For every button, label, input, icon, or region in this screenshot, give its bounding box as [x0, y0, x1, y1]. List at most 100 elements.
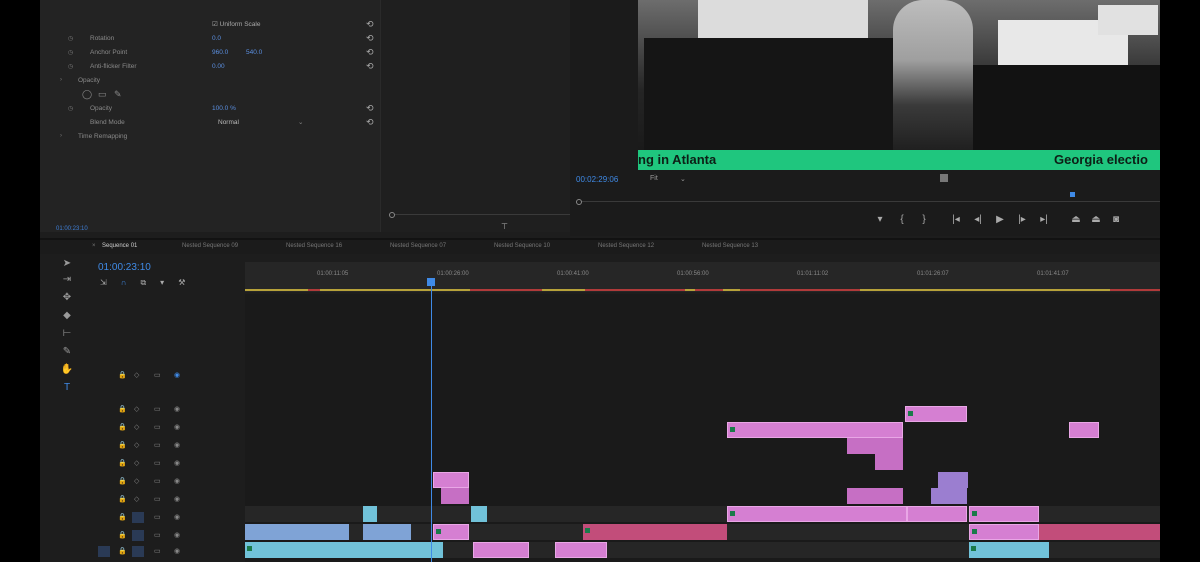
track-header[interactable]: 🔒 ◇ ▭ ◉ [98, 402, 245, 418]
playhead-marker[interactable] [1070, 192, 1075, 197]
go-to-in-icon[interactable]: |◂ [948, 214, 964, 226]
fit-dropdown[interactable]: Fit [650, 175, 658, 182]
clip[interactable] [245, 524, 349, 540]
rect-mask-icon[interactable]: ▭ [98, 89, 107, 100]
track-header[interactable]: 🔒 ◇ ▭ ◉ [98, 492, 245, 508]
fx-row-opacity-group[interactable]: › Opacity [40, 74, 380, 86]
chevron-right-icon[interactable]: › [60, 133, 62, 139]
clip[interactable] [931, 488, 967, 504]
program-timecode[interactable]: 00:02:29:06 [576, 175, 618, 184]
mark-out-icon[interactable]: } [916, 214, 932, 226]
clip[interactable] [245, 542, 443, 558]
pen-tool-icon[interactable]: ✎ [58, 346, 76, 360]
clip[interactable] [555, 542, 607, 558]
clip[interactable] [363, 506, 377, 522]
lift-icon[interactable]: ⏏ [1068, 214, 1084, 226]
clip[interactable] [583, 524, 727, 540]
clip[interactable] [875, 454, 903, 470]
clip[interactable] [1039, 524, 1160, 540]
slip-tool-icon[interactable]: ⊢ [58, 328, 76, 342]
type-tool-icon[interactable]: T [58, 382, 76, 396]
tab-nested-09[interactable]: Nested Sequence 09 [182, 243, 238, 249]
clip[interactable] [938, 472, 968, 488]
track-header[interactable]: 🔒 ◇ ▭ ◉ [98, 420, 245, 436]
linked-icon[interactable]: ⧉ [140, 278, 146, 287]
insert-icon[interactable]: ⇲ [100, 278, 107, 287]
track-header[interactable]: 🔒 ◇ ▭ ◉ [98, 438, 245, 454]
clip[interactable] [1069, 422, 1099, 438]
reset-icon[interactable]: ⟲ [366, 33, 374, 44]
playhead[interactable] [431, 280, 432, 562]
go-to-out-icon[interactable]: ▸| [1036, 214, 1052, 226]
clip[interactable] [969, 524, 1039, 540]
tab-sequence-01[interactable]: Sequence 01 [102, 243, 137, 249]
clip[interactable] [473, 542, 529, 558]
program-scrubber[interactable] [576, 199, 1160, 207]
chevron-down-icon[interactable]: ⌄ [298, 118, 303, 126]
tab-nested-16[interactable]: Nested Sequence 16 [286, 243, 342, 249]
fx-row-rotation[interactable]: ◷ Rotation 0.0 ⟲ [40, 32, 380, 44]
clip[interactable] [727, 422, 903, 438]
play-icon[interactable]: ▶ [992, 214, 1008, 226]
chevron-right-icon[interactable]: › [60, 77, 62, 83]
clip[interactable] [727, 506, 907, 522]
fx-row-blend-mode[interactable]: Blend Mode Normal ⌄ ⟲ [40, 116, 380, 128]
reset-icon[interactable]: ⟲ [366, 103, 374, 114]
clip[interactable] [441, 488, 469, 504]
clip[interactable] [363, 524, 411, 540]
chevron-down-icon[interactable]: ⌄ [680, 175, 686, 183]
time-ruler[interactable]: 01:00:11:05 01:00:26:00 01:00:41:00 01:0… [245, 262, 1160, 292]
track-select-tool-icon[interactable]: ⇥ [58, 274, 76, 288]
track-header[interactable]: 🔒 ◇ ▭ ◉ [98, 474, 245, 490]
add-marker-icon[interactable]: ▾ [160, 278, 164, 287]
track-area[interactable] [245, 294, 1160, 562]
clip[interactable] [847, 438, 903, 454]
wrench-icon[interactable]: ⚒ [178, 278, 185, 287]
hand-tool-icon[interactable]: ✋ [58, 364, 76, 378]
snap-icon[interactable]: ∩ [121, 278, 127, 287]
extract-icon[interactable]: ⏏ [1088, 214, 1104, 226]
filter-icon[interactable]: ⊤ [501, 222, 508, 231]
track-header[interactable]: 🔒 ▭ ◉ [98, 510, 245, 526]
fx-row-opacity[interactable]: ◷ Opacity 100.0 % ⟲ [40, 102, 380, 114]
stopwatch-icon[interactable]: ◷ [68, 105, 73, 112]
mark-in-icon[interactable]: { [894, 214, 910, 226]
tab-nested-07[interactable]: Nested Sequence 07 [390, 243, 446, 249]
fx-row-time-remapping[interactable]: › Time Remapping [40, 130, 380, 142]
marker-icon[interactable]: ▾ [872, 214, 888, 226]
track-header[interactable]: 🔒 ◇ ▭ ◉ [98, 456, 245, 472]
track-header[interactable]: 🔒 ▭ ◉ [98, 528, 245, 544]
clip[interactable] [471, 506, 487, 522]
razor-tool-icon[interactable]: ◆ [58, 310, 76, 324]
reset-icon[interactable]: ⟲ [366, 19, 374, 30]
ripple-edit-tool-icon[interactable]: ✥ [58, 292, 76, 306]
sequence-timecode[interactable]: 01:00:23:10 [98, 262, 151, 273]
clip[interactable] [969, 542, 1049, 558]
step-back-icon[interactable]: ◂| [970, 214, 986, 226]
reset-icon[interactable]: ⟲ [366, 61, 374, 72]
fx-row-uniform-scale[interactable]: ☑ Uniform Scale ⟲ [40, 18, 380, 30]
stopwatch-icon[interactable]: ◷ [68, 63, 73, 70]
clip[interactable] [907, 506, 967, 522]
selection-tool-icon[interactable]: ➤ [58, 258, 76, 272]
track-header[interactable]: 🔒 ◇ ▭ ◉ [98, 368, 245, 384]
tab-nested-12[interactable]: Nested Sequence 12 [598, 243, 654, 249]
tab-nested-13[interactable]: Nested Sequence 13 [702, 243, 758, 249]
close-icon[interactable]: × [92, 243, 96, 249]
stopwatch-icon[interactable]: ◷ [68, 49, 73, 56]
clip[interactable] [969, 506, 1039, 522]
track-header[interactable]: 🔒 ▭ ◉ [98, 544, 245, 560]
reset-icon[interactable]: ⟲ [366, 117, 374, 128]
camera-icon[interactable]: ◙ [1108, 214, 1124, 226]
clip[interactable] [847, 488, 903, 504]
stopwatch-icon[interactable]: ◷ [68, 35, 73, 42]
keyframe-scrollbar[interactable] [389, 212, 589, 220]
pen-mask-icon[interactable]: ✎ [114, 89, 122, 100]
reset-icon[interactable]: ⟲ [366, 47, 374, 58]
clip[interactable] [905, 406, 967, 422]
settings-icon[interactable] [940, 174, 948, 182]
clip[interactable] [433, 524, 469, 540]
tab-nested-10[interactable]: Nested Sequence 10 [494, 243, 550, 249]
fx-row-anchor-point[interactable]: ◷ Anchor Point 960.0 540.0 ⟲ [40, 46, 380, 58]
clip[interactable] [433, 472, 469, 488]
